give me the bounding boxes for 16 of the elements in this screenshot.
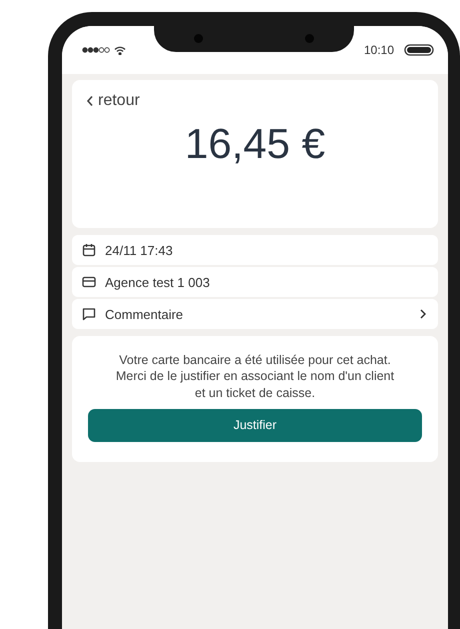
notice-text: Votre carte bancaire a été utilisée pour cet achat. Merci de le justifier en associant le nom d'un client et un ticket de caisse. xyxy=(114,352,396,401)
back-link[interactable]: retour xyxy=(86,92,140,110)
detail-text: Agence test 1 003 xyxy=(105,274,211,290)
battery-icon xyxy=(404,44,434,56)
wifi-icon xyxy=(114,46,126,54)
card-icon xyxy=(82,276,96,288)
detail-row[interactable]: Commentaire xyxy=(72,299,438,329)
calendar-icon xyxy=(82,243,96,257)
signal-icon xyxy=(82,47,110,53)
chevron-left-icon xyxy=(86,95,94,107)
justify-button[interactable]: Justifier xyxy=(88,408,422,442)
detail-text: Commentaire xyxy=(105,306,184,322)
speech-bubble-icon xyxy=(82,307,96,321)
status-time: 10:10 xyxy=(364,43,394,57)
detail-text: 24/11 17:43 xyxy=(105,242,174,258)
amount-text: 16,45 € xyxy=(184,120,326,168)
